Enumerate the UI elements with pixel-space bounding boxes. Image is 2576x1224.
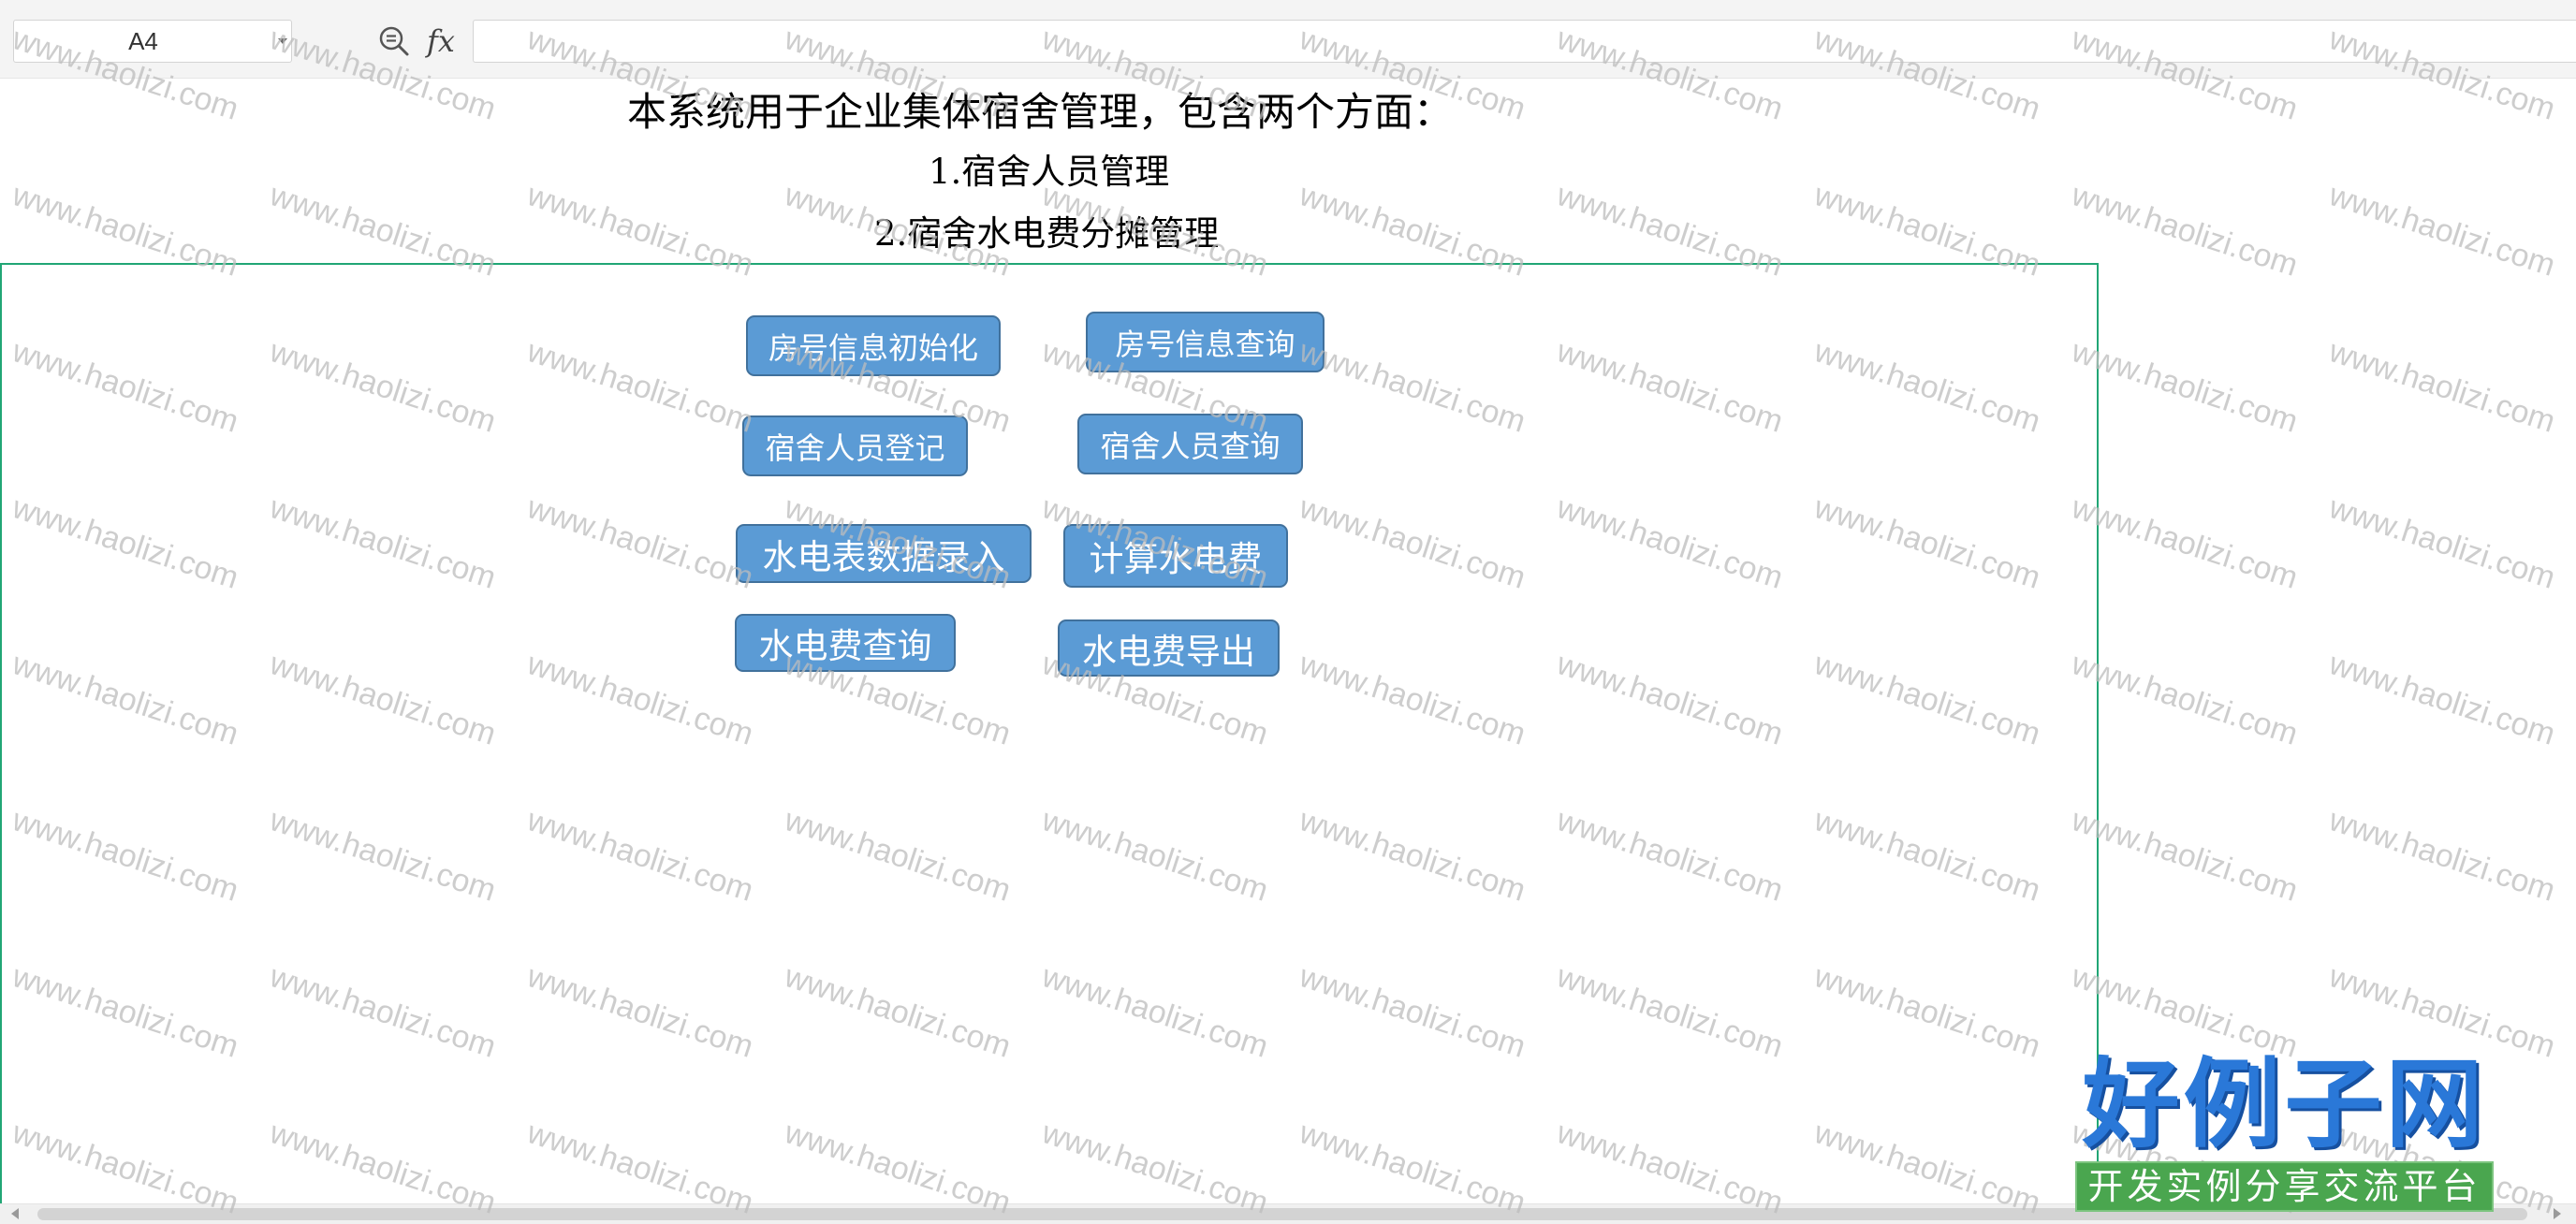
name-box-value: A4 — [128, 27, 158, 55]
chevron-down-icon[interactable] — [278, 38, 287, 44]
intro-item-1: 1.宿舍人员管理 — [929, 152, 1170, 192]
scrollbar-thumb[interactable] — [37, 1208, 2527, 1220]
formula-bar: A4 fx — [0, 0, 2576, 79]
formula-input[interactable] — [473, 20, 2576, 63]
resident-query-button[interactable]: 宿舍人员查询 — [1077, 414, 1303, 474]
utility-fee-query-button[interactable]: 水电费查询 — [735, 614, 956, 672]
horizontal-scrollbar[interactable] — [0, 1203, 2576, 1224]
active-cell-border — [0, 263, 2099, 1203]
utility-fee-export-button[interactable]: 水电费导出 — [1058, 619, 1280, 677]
resident-register-button[interactable]: 宿舍人员登记 — [742, 415, 968, 476]
calculate-utility-fee-button[interactable]: 计算水电费 — [1063, 524, 1288, 588]
room-info-query-button[interactable]: 房号信息查询 — [1086, 312, 1325, 372]
intro-heading: 本系统用于企业集体宿舍管理，包含两个方面： — [627, 89, 1454, 135]
name-box[interactable]: A4 — [13, 20, 292, 63]
chevron-left-icon[interactable] — [11, 1208, 19, 1219]
meter-data-entry-button[interactable]: 水电表数据录入 — [736, 524, 1032, 583]
spreadsheet-window: A4 fx 本系统用于企业集体宿舍管理，包含两个方面： 1.宿舍人员管理 2.宿… — [0, 0, 2576, 1224]
magnifier-icon[interactable] — [377, 24, 411, 58]
room-info-init-button[interactable]: 房号信息初始化 — [746, 315, 1001, 376]
worksheet[interactable]: 本系统用于企业集体宿舍管理，包含两个方面： 1.宿舍人员管理 2.宿舍水电费分摊… — [0, 79, 2576, 1203]
insert-function-button[interactable]: fx — [427, 21, 455, 62]
chevron-right-icon[interactable] — [2554, 1208, 2561, 1219]
intro-item-2: 2.宿舍水电费分摊管理 — [874, 213, 1220, 254]
